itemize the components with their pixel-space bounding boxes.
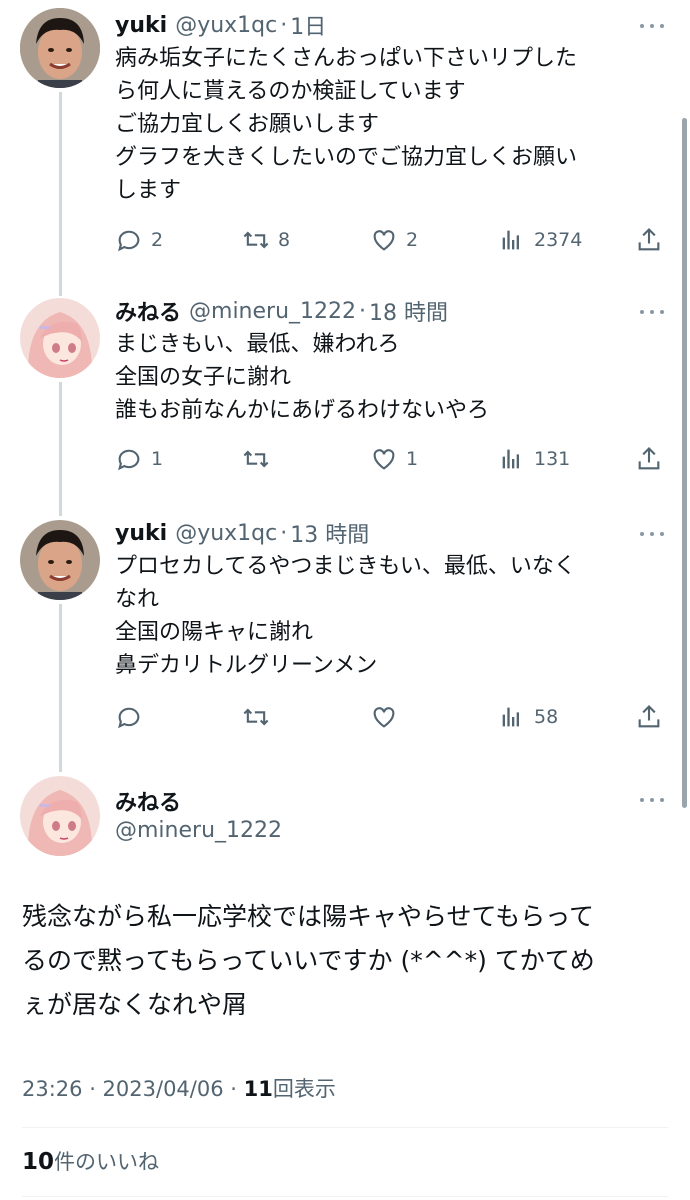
tweet-text-line: ら何人に貰えるのか検証しています [115, 79, 466, 104]
tweet-text-line: 誰もお前なんかにあげるわけないやろ [115, 398, 490, 423]
like-button[interactable] [370, 700, 406, 734]
tweet-text: プロセカしてるやつまじきもい、最低、いなく なれ 全国の陽キャに謝れ 鼻デカリト… [115, 550, 660, 682]
reply-count: 2 [151, 229, 164, 251]
tweet-header: みねる @mineru_1222 · 18 時間 [115, 294, 448, 328]
share-icon [638, 447, 660, 470]
tweet-timestamp[interactable]: 23:26 · 2023/04/06 · [22, 1077, 244, 1101]
likes-count: 10 [22, 1149, 55, 1175]
views-count: 131 [534, 448, 571, 470]
more-options-icon[interactable] [640, 302, 664, 322]
reply-count: 1 [151, 448, 164, 470]
thread-line [59, 92, 62, 296]
author-handle[interactable]: @mineru_1222 [115, 818, 282, 843]
views-chart-icon [502, 707, 519, 727]
reply-button[interactable]: 1 [115, 442, 163, 476]
tweet-text-line: します [115, 178, 182, 203]
reply-icon [118, 230, 140, 252]
like-count: 1 [406, 448, 419, 470]
retweet-button[interactable] [242, 442, 278, 476]
thread-line [59, 604, 62, 772]
tweet-text-line: ぇが居なくなれや屑 [22, 990, 248, 1019]
tweet-text-line: 病み垢女子にたくさんおっぱい下さいリプした [115, 46, 578, 71]
tweet-text-line: 残念ながら私一応学校では陽キャやらせてもらって [22, 902, 595, 931]
author-handle[interactable]: @yux1qc [175, 13, 277, 38]
more-options-icon[interactable] [640, 16, 664, 36]
author-name[interactable]: みねる [115, 785, 181, 817]
views-chart-icon [502, 230, 519, 250]
reply-icon [118, 707, 140, 729]
tweet-header: yuki @yux1qc · 1日 [115, 8, 326, 42]
views-button[interactable]: 58 [498, 700, 558, 734]
separator-dot: · [280, 12, 288, 38]
reply-button[interactable]: 2 [115, 223, 163, 257]
tweet-actions: 2 8 2 2374 [115, 223, 670, 257]
retweet-icon [243, 231, 269, 249]
share-button[interactable] [635, 223, 663, 257]
author-handle[interactable]: @mineru_1222 [189, 299, 356, 324]
likes-label: 件のいいね [54, 1150, 160, 1174]
avatar[interactable] [20, 776, 100, 856]
main-tweet-text: 残念ながら私一応学校では陽キャやらせてもらって るので黙ってもらっていいですか … [22, 895, 672, 1027]
tweet-time[interactable]: 1日 [290, 9, 326, 41]
tweet-detail-page: yuki @yux1qc · 1日 病み垢女子にたくさんおっぱい下さいリプした … [0, 0, 690, 1200]
like-button[interactable]: 1 [370, 442, 418, 476]
author-name[interactable]: yuki [115, 521, 167, 546]
retweet-button[interactable]: 8 [242, 223, 290, 257]
tweet-text-line: プロセカしてるやつまじきもい、最低、いなく [115, 554, 576, 579]
more-options-icon[interactable] [640, 524, 664, 544]
views-count: 58 [534, 706, 559, 728]
reply-icon [118, 449, 140, 471]
separator-dot: · [280, 520, 288, 546]
scrollbar[interactable] [682, 118, 687, 808]
views-button[interactable]: 131 [498, 442, 570, 476]
like-count: 2 [406, 229, 419, 251]
retweet-icon [243, 450, 269, 468]
tweet-text-line: なれ [115, 587, 160, 612]
likes-summary[interactable]: 10件のいいね [22, 1146, 159, 1176]
share-button[interactable] [635, 700, 663, 734]
tweet-time[interactable]: 18 時間 [369, 295, 448, 327]
tweet-text-line: 全国の女子に謝れ [115, 365, 292, 390]
avatar[interactable] [20, 520, 100, 600]
share-icon [638, 705, 660, 728]
tweet-time[interactable]: 13 時間 [290, 517, 369, 549]
reply-button[interactable] [115, 700, 151, 734]
tweet-text: 病み垢女子にたくさんおっぱい下さいリプした ら何人に貰えるのか検証しています ご… [115, 42, 660, 207]
heart-icon [373, 707, 395, 728]
author-name[interactable]: yuki [115, 13, 167, 38]
tweet-actions: 58 [115, 700, 670, 734]
views-label: 回表示 [272, 1077, 336, 1101]
divider [22, 1196, 668, 1197]
views-count: 2374 [534, 229, 583, 251]
tweet-text-line: 全国の陽キャに謝れ [115, 620, 314, 645]
views-button[interactable]: 2374 [498, 223, 582, 257]
divider [22, 1127, 668, 1128]
separator-dot: · [359, 298, 367, 324]
tweet-actions: 1 1 131 [115, 442, 670, 476]
heart-icon [373, 449, 395, 470]
avatar[interactable] [20, 298, 100, 378]
tweet-meta: 23:26 · 2023/04/06 · 11回表示 [22, 1073, 336, 1103]
heart-icon [373, 230, 395, 251]
more-options-icon[interactable] [640, 790, 664, 810]
thread-line [59, 382, 62, 516]
author-name[interactable]: みねる [115, 295, 181, 327]
tweet-header: yuki @yux1qc · 13 時間 [115, 516, 369, 550]
views-chart-icon [502, 449, 519, 469]
share-button[interactable] [635, 442, 663, 476]
tweet-text-line: るので黙ってもらっていいですか (*^^*) てかてめ [22, 946, 595, 975]
avatar[interactable] [20, 8, 100, 88]
retweet-button[interactable] [242, 700, 278, 734]
tweet-text-line: 鼻デカリトルグリーンメン [115, 653, 378, 678]
tweet-text-line: まじきもい、最低、嫌われろ [115, 332, 400, 357]
retweet-icon [243, 708, 269, 726]
author-handle[interactable]: @yux1qc [175, 521, 277, 546]
like-button[interactable]: 2 [370, 223, 418, 257]
retweet-count: 8 [278, 229, 291, 251]
share-icon [638, 228, 660, 251]
tweet-text-line: ご協力宜しくお願いします [115, 112, 380, 137]
views-count: 11 [243, 1077, 273, 1101]
tweet-text-line: グラフを大きくしたいのでご協力宜しくお願い [115, 145, 578, 170]
tweet-text: まじきもい、最低、嫌われろ 全国の女子に謝れ 誰もお前なんかにあげるわけないやろ [115, 328, 660, 427]
